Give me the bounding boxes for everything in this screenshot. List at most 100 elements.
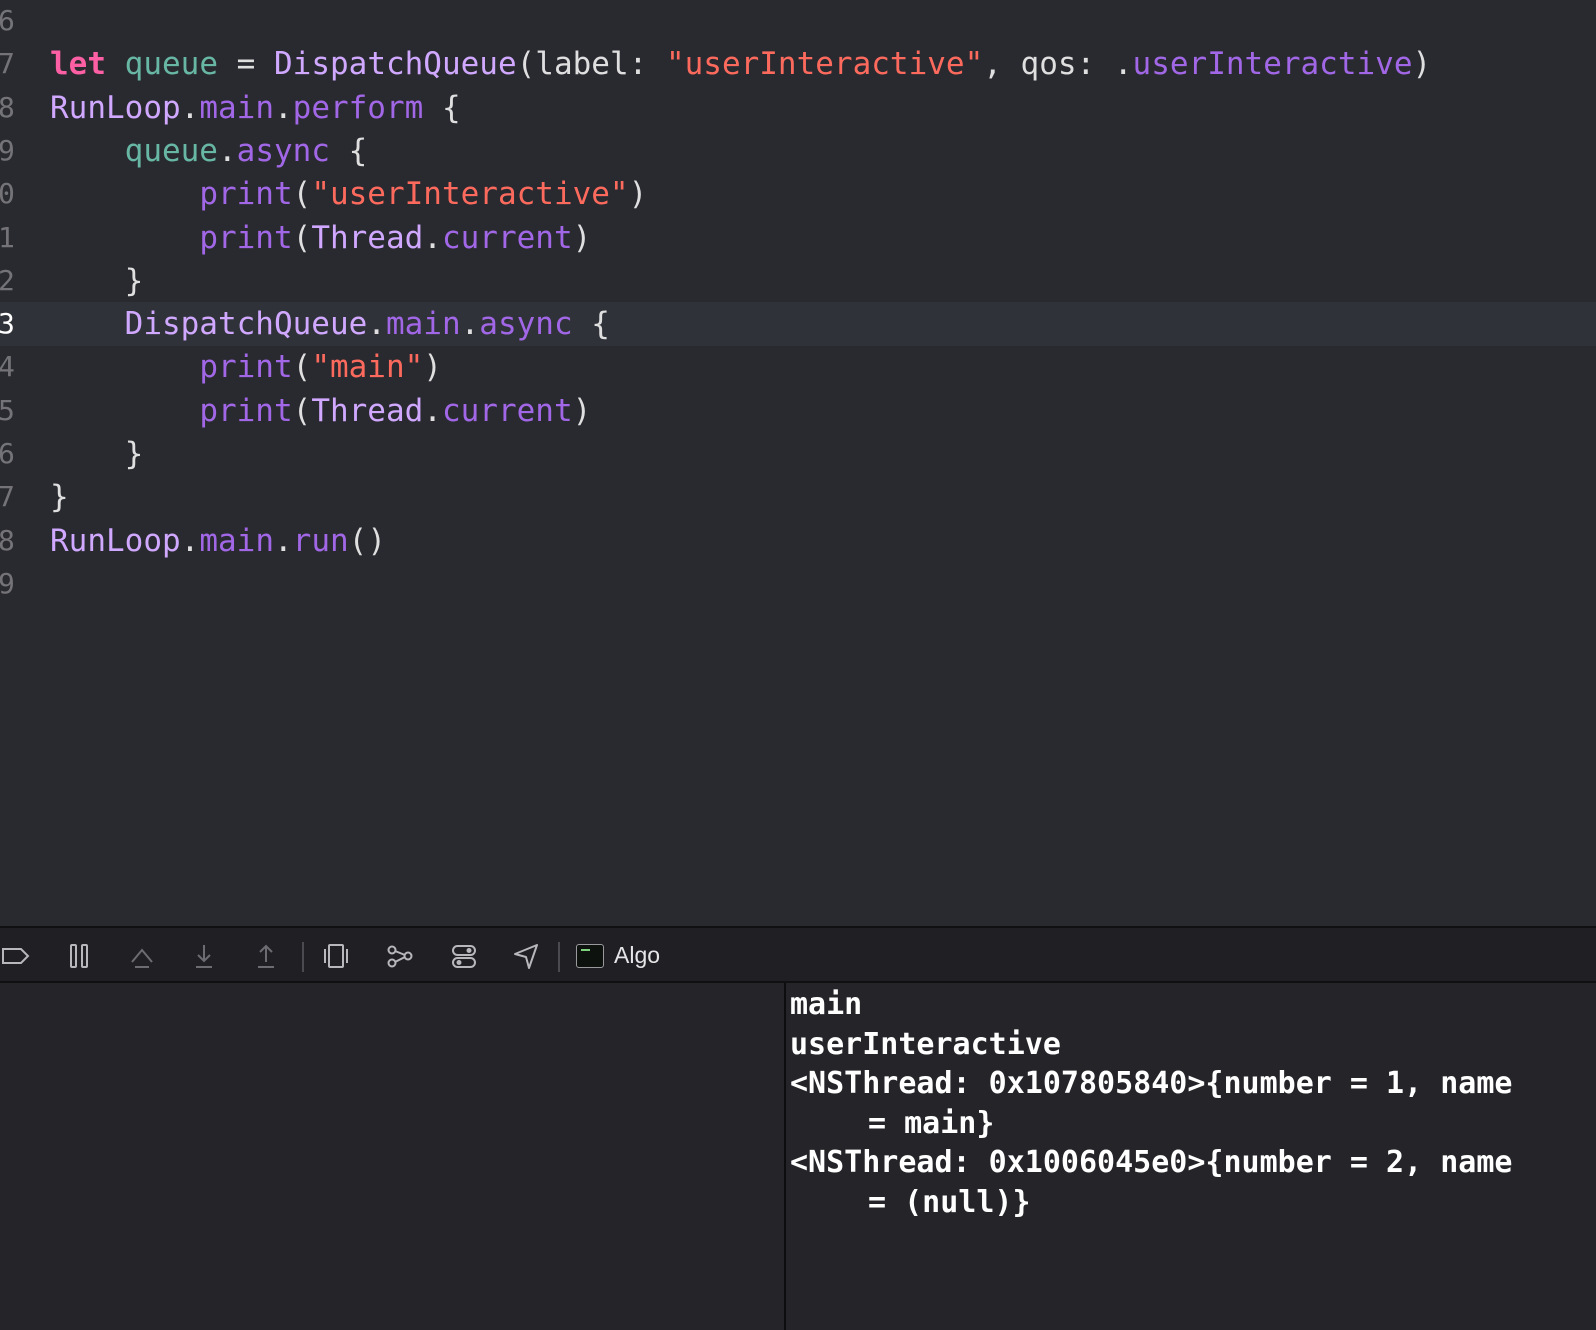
line-number: 1: [0, 220, 15, 254]
code-line[interactable]: 8 RunLoop.main.perform {: [0, 86, 1596, 130]
line-number: 8: [0, 523, 15, 557]
code-token: ): [572, 219, 592, 256]
console-line: <NSThread: 0x1006045e0>{number = 2, name: [790, 1145, 1513, 1180]
code-token: Thread: [311, 392, 424, 429]
line-number: 9: [0, 133, 15, 167]
breakpoints-toggle-icon[interactable]: [2, 942, 30, 970]
code-token: print: [199, 219, 293, 256]
code-text: RunLoop.main.perform {: [50, 86, 461, 130]
code-token: queue: [124, 46, 218, 83]
code-token: queue: [124, 132, 218, 169]
line-number: 4: [0, 350, 15, 384]
code-token: "main": [311, 349, 424, 386]
code-token: ): [572, 392, 592, 429]
code-token: async: [479, 306, 573, 343]
step-out-icon[interactable]: [252, 942, 280, 970]
environment-overrides-icon[interactable]: [450, 942, 478, 970]
step-over-icon[interactable]: [128, 942, 156, 970]
code-token: (label:: [516, 46, 666, 83]
terminal-icon: [576, 944, 604, 968]
code-token: DispatchQueue: [124, 306, 368, 343]
code-token: main: [199, 522, 274, 559]
code-token: {: [329, 132, 368, 169]
code-token: DispatchQueue: [274, 46, 517, 83]
code-token: .: [273, 89, 293, 126]
variables-view[interactable]: [0, 983, 784, 1330]
console-line: <NSThread: 0x107805840>{number = 1, name: [790, 1066, 1513, 1101]
code-token: {: [572, 306, 610, 343]
code-editor[interactable]: 6 7 let queue = DispatchQueue(label: "user…: [0, 0, 1596, 926]
code-token: let: [50, 46, 106, 83]
code-line[interactable]: 2 }: [0, 259, 1596, 303]
code-token: print: [199, 349, 293, 386]
debug-bar: Algo: [0, 926, 1596, 983]
code-token: run: [292, 522, 349, 559]
code-token: ): [1412, 46, 1432, 83]
code-token: (: [292, 349, 312, 386]
toolbar-separator: [302, 942, 304, 972]
code-text: RunLoop.main.run(): [50, 519, 386, 563]
code-token: perform: [292, 89, 424, 126]
code-line[interactable]: 9 queue.async {: [0, 129, 1596, 173]
console-output[interactable]: main userInteractive <NSThread: 0x10780584…: [786, 983, 1596, 1330]
code-text: let queue = DispatchQueue(label: "userIn…: [50, 42, 1431, 86]
code-token: =: [218, 46, 274, 83]
code-token: .: [217, 132, 237, 169]
line-number: 0: [0, 177, 15, 211]
code-token: userInteractive: [1132, 46, 1413, 83]
simulate-location-icon[interactable]: [512, 942, 540, 970]
code-line[interactable]: 6 }: [0, 432, 1596, 476]
code-token: RunLoop: [50, 522, 181, 559]
code-token: main: [199, 89, 274, 126]
code-text: print(Thread.current): [50, 216, 591, 260]
code-token: ): [628, 176, 648, 213]
code-line[interactable]: 0 print("userInteractive"): [0, 172, 1596, 216]
code-token: .: [367, 306, 386, 343]
line-number: 7: [0, 480, 15, 514]
target-name[interactable]: Algo: [614, 939, 660, 971]
code-token: .: [180, 522, 200, 559]
code-token: async: [236, 132, 330, 169]
code-token: main: [385, 306, 461, 343]
code-line[interactable]: 3 DispatchQueue.main.async {: [0, 302, 1596, 347]
step-into-icon[interactable]: [190, 942, 218, 970]
console-line: = (null)}: [868, 1184, 1031, 1220]
pause-icon[interactable]: [66, 942, 94, 970]
code-line[interactable]: 4 print("main"): [0, 345, 1596, 389]
code-line[interactable]: 5 print(Thread.current): [0, 389, 1596, 433]
code-line[interactable]: 1 print(Thread.current): [0, 216, 1596, 260]
code-token: print: [199, 392, 293, 429]
code-token: .: [273, 522, 293, 559]
code-token: {: [423, 89, 461, 126]
code-text: }: [50, 475, 69, 519]
line-number: 2: [0, 263, 15, 297]
memory-graph-icon[interactable]: [386, 942, 414, 970]
code-text: print("userInteractive"): [50, 172, 647, 216]
code-token: (: [292, 392, 312, 429]
code-token: }: [50, 479, 69, 516]
code-line[interactable]: 6: [0, 0, 1596, 43]
code-line[interactable]: 8 RunLoop.main.run(): [0, 519, 1596, 563]
code-token: current: [441, 219, 573, 256]
console-line: userInteractive: [790, 1026, 1061, 1062]
code-text: queue.async {: [50, 129, 368, 173]
code-line[interactable]: 7 let queue = DispatchQueue(label: "userI…: [0, 42, 1596, 86]
code-token: .: [180, 89, 200, 126]
code-token: ): [423, 349, 442, 386]
line-number: 8: [0, 90, 15, 124]
console-line: = main}: [868, 1105, 995, 1141]
line-number: 3: [0, 307, 15, 341]
code-line[interactable]: 7}: [0, 475, 1596, 519]
code-token: (): [348, 522, 386, 559]
code-token: "userInteractive": [311, 176, 629, 213]
code-line[interactable]: 9: [0, 562, 1596, 606]
code-token: "userInteractive": [665, 46, 984, 83]
debug-view-hierarchy-icon[interactable]: [322, 942, 350, 970]
